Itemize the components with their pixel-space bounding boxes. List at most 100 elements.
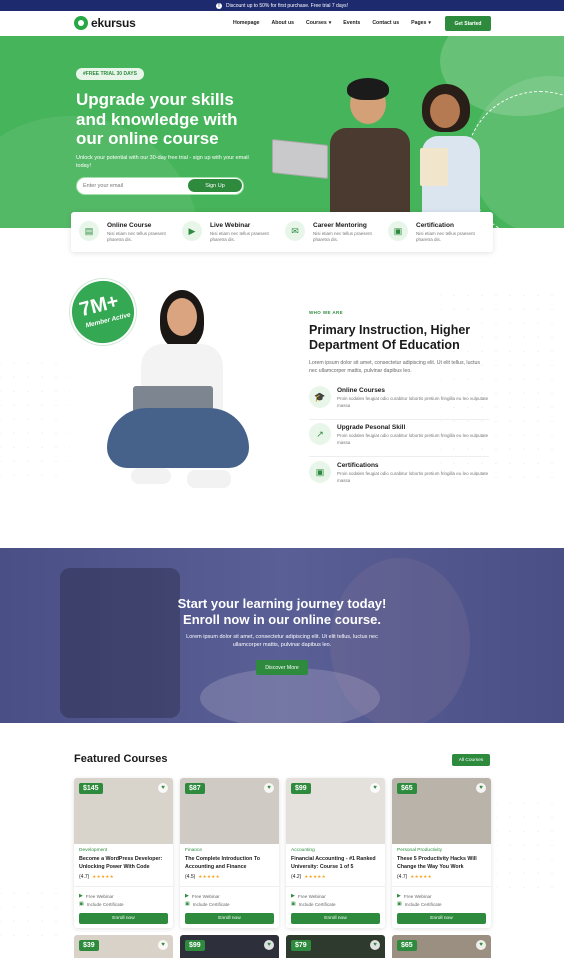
about-title: Primary Instruction, Higher Department O… [309,323,471,352]
course-card[interactable]: $65 ♥ Personal Productivity These 5 Prod… [392,778,491,928]
video-icon: ▶ [185,893,189,899]
enroll-button[interactable]: Enroll now [185,913,274,924]
heart-icon[interactable]: ♥ [370,940,380,950]
brand-logo[interactable]: ekursus [74,16,136,30]
price-badge: $99 [185,940,205,951]
heart-icon[interactable]: ♥ [158,783,168,793]
announcement-bar: ! Discount up to 50% for first purchase.… [0,0,564,11]
feature-certification: ▣ Certification Nisi etiam nec tellus pr… [380,220,480,246]
about-item-online-courses: 🎓 Online Courses Proin sodales feugiat o… [309,386,489,420]
enroll-button[interactable]: Enroll now [79,913,168,924]
course-rating: (4.2) ★★★★★ [291,874,326,880]
nav-item-courses[interactable]: Courses ▾ [306,20,331,26]
course-card[interactable]: $65 ♥ [392,935,491,958]
signup-button[interactable]: Sign Up [188,179,242,192]
course-card[interactable]: $145 ♥ Development Become a WordPress De… [74,778,173,928]
section-eyebrow: WHO WE ARE [309,310,344,315]
cta-photo-decor [200,668,380,723]
course-category[interactable]: Finance [185,848,202,853]
hero-subtitle: Unlock your potential with our 30-day fr… [76,155,249,169]
stars-icon: ★★★★★ [92,874,114,879]
price-badge: $87 [185,783,205,794]
feature-title: Online Course [107,222,152,229]
course-name[interactable]: The Complete Introduction To Accounting … [185,856,275,871]
announcement-text: Discount up to 50% for first purchase. F… [226,2,348,9]
email-input[interactable] [83,181,183,191]
trial-badge: #FREE TRIAL 30 DAYS [76,68,144,80]
nav-item-contact[interactable]: Contact us [372,20,399,26]
heart-icon[interactable]: ♥ [264,940,274,950]
feature-desc: Nisi etiam nec tellus praesent pharetra … [313,231,372,242]
course-name[interactable]: Become a WordPress Developer: Unlocking … [79,856,169,871]
course-name[interactable]: These 5 Productivity Hacks Will Change t… [397,856,487,871]
heart-icon[interactable]: ♥ [158,940,168,950]
course-card[interactable]: $99 ♥ Accounting Financial Accounting - … [286,778,385,928]
feature-desc: Nisi etiam nec tellus praesent pharetra … [107,231,166,242]
heart-icon[interactable]: ♥ [370,783,380,793]
heart-icon[interactable]: ♥ [264,783,274,793]
nav-item-homepage[interactable]: Homepage [233,20,260,26]
course-feature: ▣ Include Certificate [291,901,336,907]
chart-line-icon: ↗ [309,423,331,445]
feature-title: Career Mentoring [313,222,367,229]
graduation-cap-icon: 🎓 [309,386,331,408]
chevron-down-icon: ▾ [328,20,332,26]
price-badge: $145 [79,783,103,794]
nav-item-pages[interactable]: Pages ▾ [411,20,431,26]
nav-item-about[interactable]: About us [272,20,294,26]
course-category[interactable]: Development [79,848,107,853]
video-icon: ▶ [397,893,401,899]
divider [74,886,173,887]
nav-item-events[interactable]: Events [343,20,360,26]
course-name[interactable]: Financial Accounting - #1 Ranked Univers… [291,856,381,871]
main-nav: ekursus Homepage About us Courses ▾ Event… [0,11,564,36]
enroll-button[interactable]: Enroll now [397,913,486,924]
about-item-certifications: ▣ Certifications Proin sodales feugiat o… [309,461,489,495]
signup-form: Sign Up [76,177,244,195]
course-card[interactable]: $87 ♥ Finance The Complete Introduction … [180,778,279,928]
course-card[interactable]: $99 ♥ [180,935,279,958]
chat-icon: ✉ [285,221,305,241]
feature-online-course: ▤ Online Course Nisi etiam nec tellus pr… [71,220,171,246]
about-item-desc: Proin sodales feugiat odio curabitur lob… [337,433,489,445]
stars-icon: ★★★★★ [198,874,220,879]
student-female-image [408,78,488,228]
course-category[interactable]: Personal Productivity [397,848,442,853]
about-item-skill: ↗ Upgrade Pesonal Skill Proin sodales fe… [309,423,489,457]
get-started-button[interactable]: Get Started [445,16,491,31]
course-feature: ▣ Include Certificate [397,901,442,907]
cta-banner: Start your learning journey today! Enrol… [0,548,564,723]
course-feature: ▶ Free Webinar [185,893,220,899]
about-item-title: Upgrade Pesonal Skill [337,424,406,431]
hero-section: #FREE TRIAL 30 DAYS Upgrade your skills … [0,36,564,228]
info-icon: ! [216,2,222,9]
course-feature: ▣ Include Certificate [79,901,124,907]
feature-desc: Nisi etiam nec tellus praesent pharetra … [416,231,475,242]
hex-pattern-decor [496,790,564,900]
course-rating: (4.7) ★★★★★ [397,874,432,880]
heart-icon[interactable]: ♥ [476,783,486,793]
price-badge: $39 [79,940,99,951]
nav-menu: Homepage About us Courses ▾ Events Contac… [233,20,431,26]
course-rating: (4.5) ★★★★★ [185,874,220,880]
book-icon: ▤ [79,221,99,241]
course-feature: ▶ Free Webinar [397,893,432,899]
logo-icon [74,16,88,30]
course-card[interactable]: $79 ♥ [286,935,385,958]
cta-desc: Lorem ipsum dolor sit amet, consectetur … [186,634,378,648]
certificate-icon: ▣ [79,901,84,907]
discover-more-button[interactable]: Discover More [256,660,308,675]
course-feature: ▣ Include Certificate [185,901,230,907]
video-icon: ▶ [79,893,83,899]
enroll-button[interactable]: Enroll now [291,913,380,924]
about-item-title: Certifications [337,462,379,469]
certificate-icon: ▣ [291,901,296,907]
course-card[interactable]: $39 ♥ [74,935,173,958]
certificate-icon: ▣ [397,901,402,907]
certificate-icon: ▣ [185,901,190,907]
heart-icon[interactable]: ♥ [476,940,486,950]
chevron-down-icon: ▾ [428,20,431,26]
course-category[interactable]: Accounting [291,848,315,853]
all-courses-button[interactable]: All Courses [452,754,490,766]
hex-pattern-decor [0,880,60,940]
